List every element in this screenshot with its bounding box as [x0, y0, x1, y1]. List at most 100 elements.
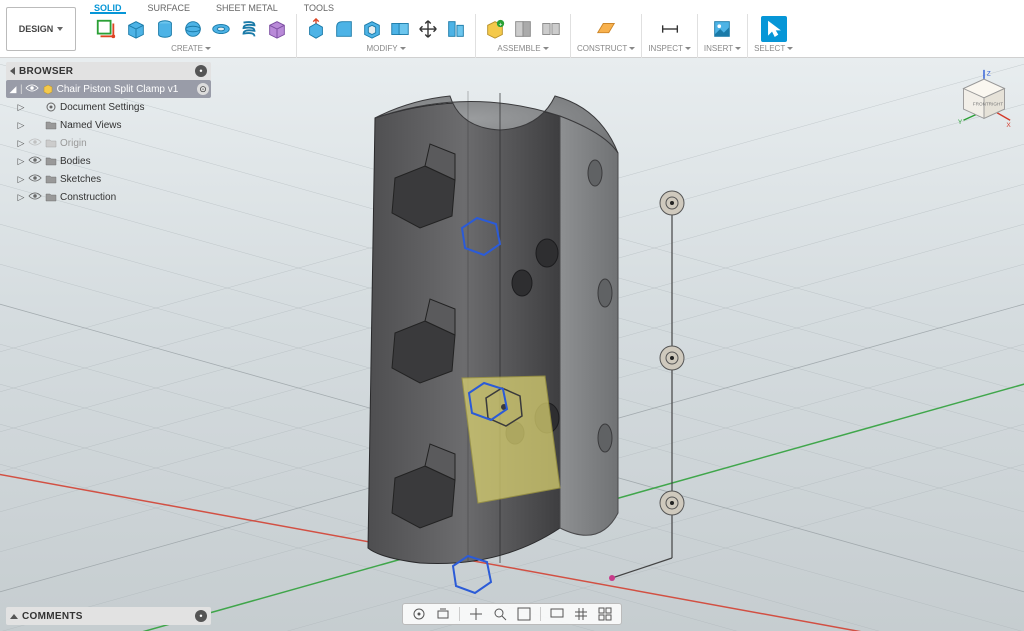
- svg-text:RIGHT: RIGHT: [989, 101, 1004, 106]
- tab-tools[interactable]: TOOLS: [300, 2, 338, 14]
- chevron-down-icon: [629, 47, 635, 50]
- group-assemble-label[interactable]: ASSEMBLE: [497, 44, 548, 53]
- tab-sheet-metal[interactable]: SHEET METAL: [212, 2, 282, 14]
- cylinder-button[interactable]: [152, 16, 178, 42]
- collapse-icon[interactable]: ◢: [8, 84, 18, 95]
- workspace-dropdown[interactable]: DESIGN: [6, 7, 76, 51]
- create-sketch-icon: [95, 18, 117, 40]
- tab-solid[interactable]: SOLID: [90, 2, 126, 14]
- tab-surface[interactable]: SURFACE: [144, 2, 195, 14]
- sphere-icon: [182, 18, 204, 40]
- expand-icon[interactable]: ▷: [16, 174, 26, 185]
- form-button[interactable]: [264, 16, 290, 42]
- fit-button[interactable]: [514, 605, 534, 623]
- as-built-joint-button[interactable]: [538, 16, 564, 42]
- new-component-button[interactable]: +: [482, 16, 508, 42]
- form-icon: [266, 18, 288, 40]
- group-insert: INSERT: [698, 14, 748, 58]
- browser-root-label: Chair Piston Split Clamp v1: [57, 84, 195, 95]
- ribbon-tab-row: SOLID SURFACE SHEET METAL TOOLS: [80, 0, 1024, 14]
- grid-settings-button[interactable]: [571, 605, 591, 623]
- expand-icon[interactable]: ▷: [16, 120, 26, 131]
- coil-icon: [238, 18, 260, 40]
- viewcube-icon: Z Y X FRONT RIGHT: [956, 68, 1012, 128]
- display-settings-button[interactable]: [547, 605, 567, 623]
- ribbon-tool-row: CREATE: [80, 14, 1024, 58]
- move-button[interactable]: [415, 16, 441, 42]
- pan-button[interactable]: [466, 605, 486, 623]
- look-icon: [435, 606, 451, 622]
- coil-button[interactable]: [236, 16, 262, 42]
- browser-item-named-views[interactable]: ▷ Named Views: [6, 116, 211, 134]
- plane-icon: [595, 18, 617, 40]
- measure-button[interactable]: [657, 16, 683, 42]
- group-inspect-label[interactable]: INSPECT: [648, 44, 691, 53]
- orbit-button[interactable]: [409, 605, 429, 623]
- group-modify-label[interactable]: MODIFY: [366, 44, 405, 53]
- root-options-icon[interactable]: ⊙: [197, 83, 209, 95]
- folder-icon: [44, 119, 58, 131]
- separator-icon: |: [20, 84, 23, 95]
- combine-button[interactable]: [387, 16, 413, 42]
- torus-button[interactable]: [208, 16, 234, 42]
- sphere-button[interactable]: [180, 16, 206, 42]
- viewcube[interactable]: Z Y X FRONT RIGHT: [956, 68, 1012, 124]
- group-insert-label[interactable]: INSERT: [704, 44, 741, 53]
- browser-header[interactable]: BROWSER •: [6, 62, 211, 80]
- shell-button[interactable]: [359, 16, 385, 42]
- move-icon: [417, 18, 439, 40]
- browser-item-label: Named Views: [60, 120, 211, 131]
- component-icon: [41, 83, 55, 95]
- insert-decal-button[interactable]: [709, 16, 735, 42]
- visibility-toggle[interactable]: [28, 155, 42, 167]
- comments-options-icon[interactable]: •: [195, 610, 207, 622]
- box-button[interactable]: [122, 15, 150, 43]
- expand-icon[interactable]: ▷: [16, 138, 26, 149]
- group-create-label[interactable]: CREATE: [171, 44, 211, 53]
- visibility-toggle[interactable]: [28, 173, 42, 185]
- browser-item-construction[interactable]: ▷ Construction: [6, 188, 211, 206]
- expand-icon[interactable]: ▷: [16, 192, 26, 203]
- orbit-icon: [411, 606, 427, 622]
- svg-text:X: X: [1006, 122, 1011, 128]
- expand-icon[interactable]: ▷: [16, 156, 26, 167]
- chevron-down-icon: [57, 27, 63, 31]
- browser-item-origin[interactable]: ▷ Origin: [6, 134, 211, 152]
- svg-text:Z: Z: [987, 70, 991, 77]
- chevron-down-icon: [735, 47, 741, 50]
- browser-item-sketches[interactable]: ▷ Sketches: [6, 170, 211, 188]
- browser-item-label: Construction: [60, 192, 211, 203]
- viewport-icon: [597, 606, 613, 622]
- folder-icon: [44, 191, 58, 203]
- zoom-button[interactable]: [490, 605, 510, 623]
- visibility-toggle[interactable]: [28, 137, 42, 149]
- group-construct-label[interactable]: CONSTRUCT: [577, 44, 635, 53]
- browser-panel: BROWSER • ◢ | Chair Piston Split Clamp v…: [6, 62, 211, 206]
- create-sketch-button[interactable]: [92, 15, 120, 43]
- select-button[interactable]: [761, 16, 787, 42]
- browser-options-icon[interactable]: •: [195, 65, 207, 77]
- visibility-toggle[interactable]: [25, 83, 39, 95]
- browser-root-row[interactable]: ◢ | Chair Piston Split Clamp v1 ⊙: [6, 80, 211, 98]
- new-component-icon: +: [484, 18, 506, 40]
- group-select-label[interactable]: SELECT: [754, 44, 793, 53]
- chevron-down-icon: [400, 47, 406, 50]
- svg-text:Y: Y: [958, 119, 963, 126]
- align-button[interactable]: [443, 16, 469, 42]
- visibility-toggle[interactable]: [28, 191, 42, 203]
- group-modify: MODIFY: [297, 14, 476, 58]
- construct-plane-button[interactable]: [593, 16, 619, 42]
- folder-dim-icon: [44, 137, 58, 149]
- press-pull-button[interactable]: [303, 16, 329, 42]
- expand-icon[interactable]: ▷: [16, 102, 26, 113]
- browser-tree: ◢ | Chair Piston Split Clamp v1 ⊙ ▷ Docu…: [6, 80, 211, 206]
- comments-panel-header[interactable]: COMMENTS •: [6, 607, 211, 625]
- joint-button[interactable]: [510, 16, 536, 42]
- browser-item-document-settings[interactable]: ▷ Document Settings: [6, 98, 211, 116]
- browser-item-label: Sketches: [60, 174, 211, 185]
- fillet-button[interactable]: [331, 16, 357, 42]
- separator-icon: [459, 607, 460, 621]
- viewport-settings-button[interactable]: [595, 605, 615, 623]
- look-at-button[interactable]: [433, 605, 453, 623]
- browser-item-bodies[interactable]: ▷ Bodies: [6, 152, 211, 170]
